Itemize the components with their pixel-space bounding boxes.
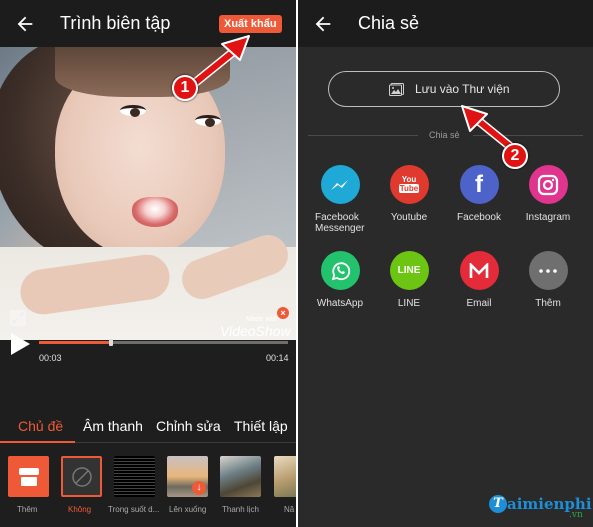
- page-title: Chia sẻ: [358, 13, 420, 33]
- remove-watermark-icon[interactable]: ×: [277, 307, 289, 319]
- seek-bar[interactable]: [39, 339, 288, 346]
- theme-item-elegant[interactable]: Thanh lịch: [220, 456, 273, 514]
- share-instagram[interactable]: Instagram: [513, 165, 583, 223]
- export-button[interactable]: Xuất khẩu: [219, 15, 282, 33]
- theme-item-more[interactable]: Thêm: [8, 456, 61, 514]
- back-arrow-icon[interactable]: [14, 13, 36, 35]
- editor-top-bar: Trình biên tập Xuất khẩu: [0, 0, 296, 47]
- tab-audio[interactable]: Âm thanh: [83, 418, 143, 434]
- current-time: 00:03: [39, 353, 62, 363]
- store-icon: [18, 467, 39, 486]
- theme-item-up-down[interactable]: ↓ Lên xuống: [167, 456, 220, 514]
- app-label: WhatsApp: [316, 298, 364, 309]
- theme-list: Thêm Không Trong suốt d... ↓ Lên xuống T…: [0, 456, 296, 516]
- app-label: Facebook: [457, 212, 501, 223]
- app-label: Instagram: [525, 212, 571, 223]
- messenger-icon: [320, 165, 360, 204]
- play-icon[interactable]: [11, 333, 30, 355]
- app-label: LINE: [397, 298, 421, 309]
- divider: [308, 135, 418, 136]
- watermark-made-with: Made with: [246, 316, 278, 323]
- seek-thumb[interactable]: [109, 339, 114, 346]
- app-label: Facebook Messenger: [315, 212, 365, 234]
- facebook-icon: f: [459, 165, 499, 204]
- theme-label: Nă: [284, 505, 295, 514]
- share-messenger[interactable]: Facebook Messenger: [305, 165, 375, 234]
- share-section-label: Chia sẻ: [429, 130, 460, 140]
- email-icon: [459, 251, 499, 290]
- share-facebook[interactable]: f Facebook: [444, 165, 514, 223]
- back-arrow-icon[interactable]: [312, 13, 334, 35]
- app-label: Thêm: [535, 298, 561, 309]
- share-line[interactable]: LINE LINE: [374, 251, 444, 309]
- line-icon: LINE: [389, 251, 429, 290]
- gallery-icon: [389, 83, 404, 96]
- save-label: Lưu vào Thư viện: [415, 82, 510, 96]
- more-icon: [528, 251, 568, 290]
- theme-label: Thêm: [17, 505, 38, 514]
- theme-label: Trong suốt d...: [108, 505, 160, 514]
- logo-initial: T: [489, 495, 507, 513]
- share-more[interactable]: Thêm: [513, 251, 583, 309]
- share-top-bar: Chia sẻ: [298, 0, 593, 47]
- step-1-badge: 1: [172, 75, 198, 101]
- editor-screen: Trình biên tập Xuất khẩu × Made with Vid…: [0, 0, 296, 527]
- step-2-badge: 2: [502, 143, 528, 169]
- tab-edit[interactable]: Chỉnh sửa: [156, 418, 221, 434]
- theme-label: Lên xuống: [169, 505, 207, 514]
- page-title: Trình biên tập: [60, 13, 171, 33]
- share-youtube[interactable]: You Tube Youtube: [374, 165, 444, 223]
- share-whatsapp[interactable]: WhatsApp: [305, 251, 375, 309]
- editor-tabs: Chủ đề Âm thanh Chỉnh sửa Thiết lập: [0, 414, 296, 443]
- youtube-icon: You Tube: [389, 165, 429, 204]
- theme-label: Thanh lịch: [222, 505, 259, 514]
- app-label: Youtube: [390, 212, 428, 223]
- fullscreen-icon[interactable]: [10, 310, 26, 326]
- logo-tld: .vn: [569, 510, 583, 520]
- app-label: Email: [466, 298, 492, 309]
- divider: [473, 135, 583, 136]
- total-time: 00:14: [266, 353, 289, 363]
- seek-progress: [39, 341, 112, 344]
- watermark-brand: VideoShow: [220, 323, 291, 339]
- tab-theme[interactable]: Chủ đề: [18, 418, 63, 434]
- video-preview[interactable]: × Made with VideoShow: [0, 47, 296, 340]
- none-icon: [71, 466, 92, 487]
- whatsapp-icon: [320, 251, 360, 290]
- active-tab-indicator: [0, 441, 75, 443]
- tab-settings[interactable]: Thiết lập: [234, 418, 288, 434]
- download-icon: ↓: [192, 481, 206, 495]
- theme-item-partial[interactable]: Nă: [274, 456, 296, 514]
- save-to-gallery-button[interactable]: Lưu vào Thư viện: [328, 71, 560, 107]
- share-email[interactable]: Email: [444, 251, 514, 309]
- share-screen: Chia sẻ Lưu vào Thư viện Chia sẻ Faceboo…: [298, 0, 593, 527]
- theme-item-none[interactable]: Không: [61, 456, 114, 514]
- instagram-icon: [528, 165, 568, 204]
- theme-item-transparent[interactable]: Trong suốt d...: [108, 456, 167, 514]
